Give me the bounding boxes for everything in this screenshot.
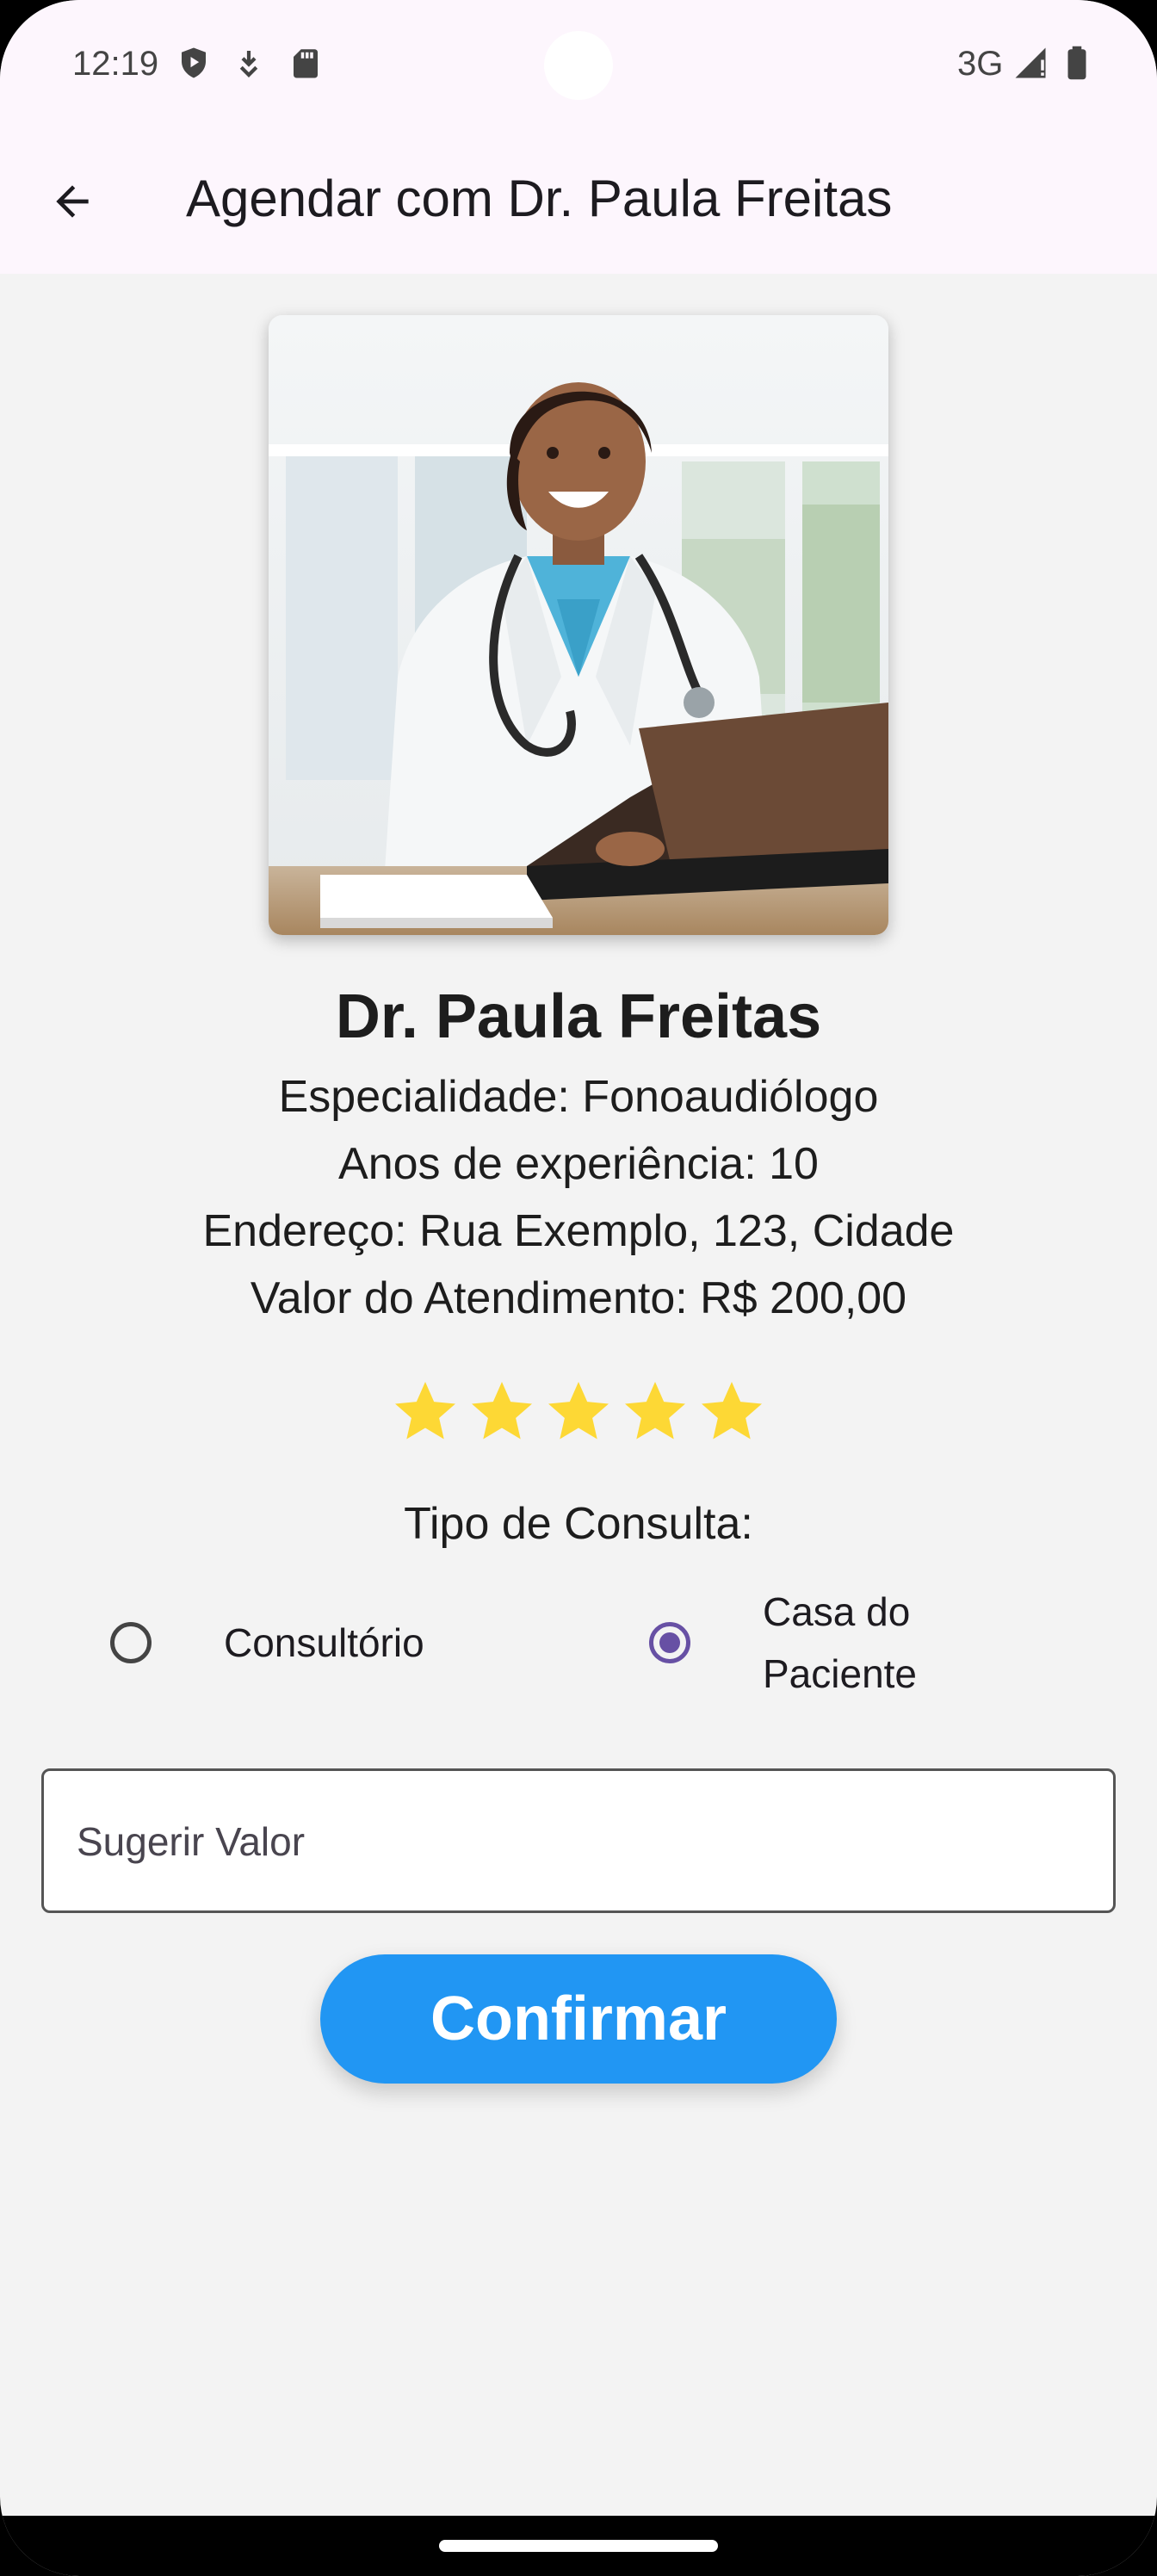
signal-icon [1012, 45, 1049, 81]
doctor-specialty: Especialidade: Fonoaudiólogo [278, 1072, 879, 1122]
radio-button-selected[interactable] [649, 1622, 690, 1663]
download-icon [231, 45, 267, 81]
phone-screen: 12:19 3G Agendar com Dr. Paula Freitas D… [0, 0, 1157, 2576]
star-icon [625, 1382, 685, 1440]
sd-card-icon [288, 45, 324, 81]
status-time: 12:19 [72, 45, 159, 83]
radio-label-line2: Paciente [763, 1651, 918, 1696]
radio-button[interactable] [110, 1622, 152, 1663]
home-gesture-handle[interactable] [439, 2540, 718, 2552]
radio-label-consultorio: Consultório [224, 1620, 424, 1665]
back-button[interactable] [38, 169, 107, 238]
doctor-address: Endereço: Rua Exemplo, 123, Cidade [202, 1206, 955, 1256]
doctor-experience: Anos de experiência: 10 [338, 1139, 819, 1189]
radio-label-line1: Casa do [763, 1589, 911, 1634]
camera-cutout [544, 31, 613, 100]
status-bar: 12:19 3G [0, 0, 1157, 129]
star-icon [472, 1382, 532, 1440]
doctor-price: Valor do Atendimento: R$ 200,00 [250, 1273, 907, 1323]
page-title: Agendar com Dr. Paula Freitas [186, 170, 893, 227]
arrow-back-icon [48, 177, 96, 230]
battery-icon [1059, 45, 1095, 81]
radio-dot [659, 1632, 680, 1653]
confirm-button[interactable]: Confirmar [320, 1954, 837, 2084]
radio-consultorio[interactable]: Consultório [110, 1612, 424, 1674]
radio-label-casa-paciente: Casa do Paciente [763, 1581, 917, 1705]
app-bar: Agendar com Dr. Paula Freitas [0, 129, 1157, 274]
play-protect-icon [176, 45, 212, 81]
doctor-name: Dr. Paula Freitas [335, 982, 822, 1051]
star-icon [548, 1382, 609, 1440]
suggest-value-field[interactable] [41, 1768, 1116, 1913]
star-icon [395, 1382, 455, 1440]
rating-stars [389, 1376, 768, 1453]
network-type: 3G [957, 45, 1004, 83]
radio-casa-paciente[interactable]: Casa do Paciente [649, 1581, 917, 1705]
doctor-photo [269, 315, 888, 935]
consult-type-label: Tipo de Consulta: [404, 1499, 753, 1549]
suggest-value-input[interactable] [75, 1771, 1077, 1912]
star-icon [702, 1382, 762, 1440]
